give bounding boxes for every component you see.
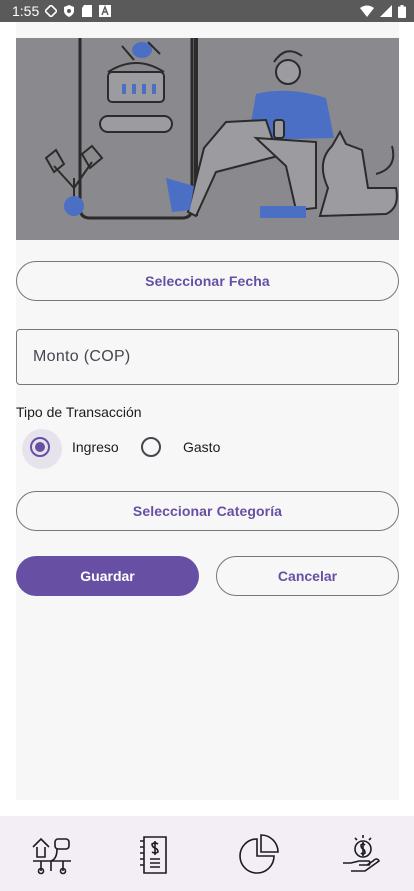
expense-radio[interactable] (141, 437, 161, 457)
bottom-navigation (0, 816, 414, 891)
radio-option-income[interactable]: Ingreso (22, 429, 119, 469)
cancel-button[interactable]: Cancelar (216, 556, 399, 596)
signal-icon (380, 5, 392, 17)
select-date-button[interactable]: Seleccionar Fecha (16, 261, 399, 301)
sd-card-icon (82, 5, 93, 17)
income-radio[interactable] (22, 429, 62, 469)
select-category-button[interactable]: Seleccionar Categoría (16, 491, 399, 531)
amount-placeholder: Monto (COP) (33, 348, 131, 365)
select-category-label: Seleccionar Categoría (132, 503, 283, 519)
nav-item-transactions[interactable] (26, 828, 78, 880)
save-button[interactable]: Guardar (16, 556, 199, 596)
nav-item-statistics[interactable] (233, 828, 285, 880)
shopping-illustration (16, 38, 399, 240)
shield-icon (64, 5, 75, 17)
radio-option-expense[interactable]: Gasto (141, 434, 220, 460)
hero-illustration (16, 38, 399, 240)
pie-chart-icon (238, 833, 279, 874)
battery-icon (398, 4, 406, 18)
save-label: Guardar (80, 568, 135, 584)
nav-item-savings[interactable] (336, 828, 388, 880)
status-bar: 1:55 (0, 0, 414, 22)
expense-label: Gasto (183, 439, 221, 455)
transfer-icon (32, 837, 71, 874)
income-label: Ingreso (72, 439, 119, 455)
cancel-label: Cancelar (277, 568, 338, 584)
amount-field[interactable]: Monto (COP) (16, 329, 399, 385)
wifi-icon (360, 5, 374, 17)
savings-icon (343, 834, 381, 872)
gps-icon (45, 5, 58, 17)
app-a-icon (99, 5, 112, 17)
report-icon (140, 835, 168, 874)
select-date-label: Seleccionar Fecha (145, 273, 270, 289)
transaction-type-label: Tipo de Transacción (16, 404, 142, 420)
status-time: 1:55 (12, 3, 40, 19)
radio-focus-halo (22, 429, 62, 469)
nav-item-reports[interactable] (129, 828, 181, 880)
